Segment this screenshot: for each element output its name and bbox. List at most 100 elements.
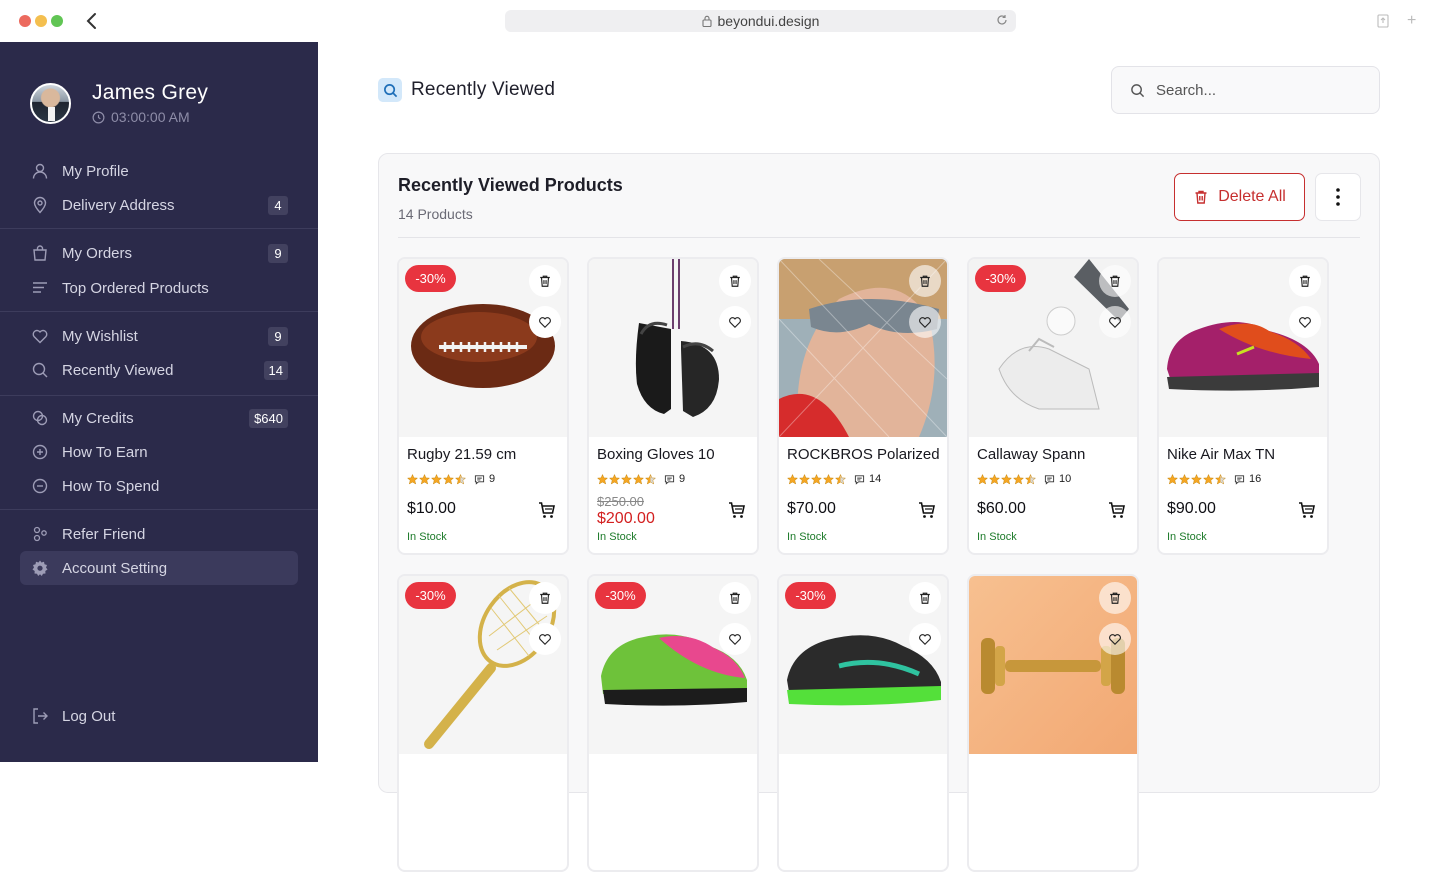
wishlist-button[interactable] [719,306,751,338]
add-to-cart-icon[interactable] [918,501,936,519]
wishlist-button[interactable] [1099,306,1131,338]
main-content: Recently Viewed Recently Viewed Products… [318,42,1440,872]
remove-button[interactable] [719,265,751,297]
product-card[interactable]: -30% Callaway Spann 10 $60.00 In Stock [967,257,1139,555]
page-header: Recently Viewed [378,78,555,102]
discount-badge: -30% [405,265,456,292]
sidebar-item-my-credits[interactable]: My Credits $640 [20,401,298,435]
trash-icon [1110,592,1120,604]
add-to-cart-icon[interactable] [538,501,556,519]
product-card[interactable]: -30% [777,574,949,872]
product-price: $90.00 [1167,500,1216,517]
product-name[interactable]: Nike Air Max TN [1167,446,1327,463]
star-rating [787,473,846,485]
sidebar-item-label: My Wishlist [62,327,138,345]
lock-icon [701,15,712,27]
product-card[interactable] [967,574,1139,872]
divider [0,311,318,312]
product-name[interactable]: ROCKBROS Polarized [787,446,947,463]
product-card[interactable]: -30% [587,574,759,872]
close-window-button[interactable] [19,15,31,27]
new-tab-icon[interactable]: + [1407,13,1419,29]
remove-button[interactable] [719,582,751,614]
review-count: 10 [1044,473,1071,485]
remove-button[interactable] [1099,265,1131,297]
heart-icon [539,634,551,646]
star-icon [1191,473,1202,485]
url-text: beyondui.design [717,13,820,29]
sidebar-item-how-to-spend[interactable]: How To Spend [20,469,298,503]
sidebar-item-label: Top Ordered Products [62,279,209,297]
product-card[interactable]: -30% [397,574,569,872]
sidebar-item-account-setting[interactable]: Account Setting [20,551,298,585]
star-icon [431,473,442,485]
add-to-cart-icon[interactable] [728,501,746,519]
search-input[interactable] [1156,81,1356,99]
sidebar-item-top-ordered-products[interactable]: Top Ordered Products [20,271,298,305]
back-arrow-icon[interactable] [84,11,100,31]
product-name[interactable]: Boxing Gloves 10 [597,446,757,463]
logout-icon [33,708,48,724]
gear-icon [32,560,48,576]
trash-icon [1300,275,1310,287]
remove-button[interactable] [529,582,561,614]
discount-badge: -30% [785,582,836,609]
more-options-button[interactable] [1315,173,1361,221]
add-to-cart-icon[interactable] [1298,501,1316,519]
comment-icon [1234,474,1245,485]
add-to-cart-icon[interactable] [1108,501,1126,519]
wishlist-button[interactable] [529,623,561,655]
remove-button[interactable] [529,265,561,297]
sidebar-item-my-wishlist[interactable]: My Wishlist 9 [20,319,298,353]
product-card[interactable]: ROCKBROS Polarized 14 $70.00 In Stock [777,257,949,555]
remove-button[interactable] [1289,265,1321,297]
remove-button[interactable] [909,582,941,614]
wishlist-button[interactable] [719,623,751,655]
sidebar-item-refer-friend[interactable]: Refer Friend [20,517,298,551]
product-name[interactable]: Rugby 21.59 cm [407,446,567,463]
discount-badge: -30% [975,265,1026,292]
remove-button[interactable] [909,265,941,297]
browser-chrome: beyondui.design + [0,0,1440,42]
maximize-window-button[interactable] [51,15,63,27]
wishlist-button[interactable] [1099,623,1131,655]
product-rating: 9 [407,473,495,485]
sidebar-item-my-profile[interactable]: My Profile [20,154,298,188]
star-icon [1025,473,1036,485]
star-icon [609,473,620,485]
heart-icon [1299,317,1311,329]
star-icon [419,473,430,485]
star-rating [1167,473,1226,485]
sidebar-item-my-orders[interactable]: My Orders 9 [20,236,298,270]
sidebar-item-how-to-earn[interactable]: How To Earn [20,435,298,469]
time-text: 03:00:00 AM [111,109,190,125]
star-icon [621,473,632,485]
sidebar-item-label: Recently Viewed [62,361,174,379]
delete-all-button[interactable]: Delete All [1174,173,1305,221]
shopping-bag-icon [33,245,47,261]
url-bar[interactable]: beyondui.design [505,10,1016,32]
product-card[interactable]: Boxing Gloves 10 9 $250.00 $200.00 In St… [587,257,759,555]
wishlist-button[interactable] [909,306,941,338]
search-box[interactable] [1111,66,1380,114]
product-name[interactable]: Callaway Spann [977,446,1137,463]
share-icon[interactable] [1377,14,1389,28]
trash-icon [1110,275,1120,287]
sidebar-item-delivery-address[interactable]: Delivery Address 4 [20,188,298,222]
sidebar-item-recently-viewed[interactable]: Recently Viewed 14 [20,353,298,387]
discount-badge: -30% [595,582,646,609]
minimize-window-button[interactable] [35,15,47,27]
stock-status: In Stock [407,531,447,543]
sale-price: $200.00 [597,510,655,527]
heart-icon [539,317,551,329]
product-card[interactable]: -30% Rugby 21.59 cm 9 $10.00 In Stock [397,257,569,555]
search-icon [378,78,402,102]
product-card[interactable]: Nike Air Max TN 16 $90.00 In Stock [1157,257,1329,555]
search-icon [32,362,48,378]
remove-button[interactable] [1099,582,1131,614]
reload-icon[interactable] [996,14,1008,26]
wishlist-button[interactable] [1289,306,1321,338]
wishlist-button[interactable] [529,306,561,338]
logout-button[interactable]: Log Out [20,699,298,733]
wishlist-button[interactable] [909,623,941,655]
